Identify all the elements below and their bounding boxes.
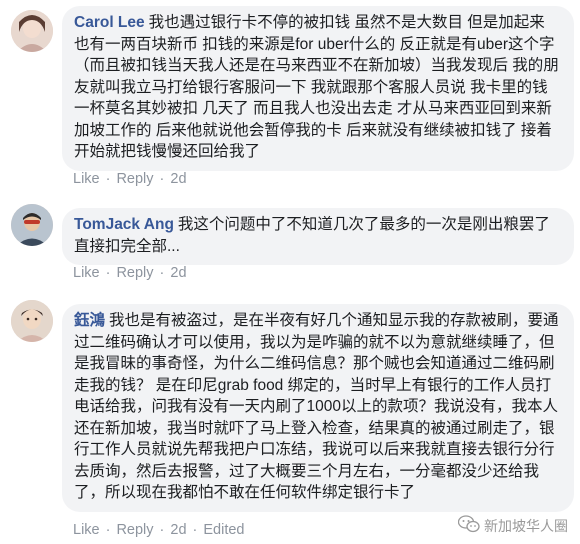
- reply-button[interactable]: Reply: [116, 265, 153, 281]
- comment-bubble: Carol Lee 我也遇过银行卡不停的被扣钱 虽然不是大数目 但是加起来 也有一…: [62, 6, 574, 171]
- timestamp[interactable]: 2d: [170, 171, 186, 187]
- like-button[interactable]: Like: [73, 265, 100, 281]
- timestamp[interactable]: 2d: [170, 265, 186, 281]
- author-name[interactable]: Carol Lee: [74, 14, 145, 31]
- author-name[interactable]: TomJack Ang: [74, 216, 174, 233]
- comment-bubble: 鈺鴻 我也是有被盗过，是在半夜有好几个通知显示我的存款被刷，要通过二维码确认才可以…: [62, 304, 574, 512]
- watermark: 新加坡华人圈: [457, 515, 568, 536]
- comment-text: 我也遇过银行卡不停的被扣钱 虽然不是大数目 但是加起来 也有一两百块新币 扣钱的…: [74, 14, 559, 160]
- like-button[interactable]: Like: [73, 171, 100, 187]
- separator-dot: ·: [192, 522, 198, 538]
- timestamp[interactable]: 2d: [170, 522, 186, 538]
- separator-dot: ·: [159, 265, 165, 281]
- avatar[interactable]: [11, 300, 53, 342]
- reply-button[interactable]: Reply: [116, 171, 153, 187]
- separator-dot: ·: [105, 522, 111, 538]
- wechat-icon: [457, 515, 480, 536]
- watermark-text: 新加坡华人圈: [484, 517, 568, 534]
- separator-dot: ·: [105, 171, 111, 187]
- separator-dot: ·: [159, 171, 165, 187]
- like-button[interactable]: Like: [73, 522, 100, 538]
- comment-bubble: TomJack Ang 我这个问题中了不知道几次了最多的一次是刚出粮罢了直接扣完全…: [62, 208, 574, 265]
- comment-actions: Like · Reply · 2d: [73, 265, 187, 281]
- reply-button[interactable]: Reply: [116, 522, 153, 538]
- avatar[interactable]: [11, 10, 53, 52]
- avatar[interactable]: [11, 204, 53, 246]
- separator-dot: ·: [105, 265, 111, 281]
- author-name[interactable]: 鈺鴻: [74, 312, 105, 329]
- comment-actions: Like · Reply · 2d · Edited: [73, 522, 244, 538]
- comment-text: 我也是有被盗过，是在半夜有好几个通知显示我的存款被刷，要通过二维码确认才可以使用…: [74, 312, 559, 501]
- separator-dot: ·: [159, 522, 165, 538]
- comment-actions: Like · Reply · 2d: [73, 171, 187, 187]
- edited-label[interactable]: Edited: [203, 522, 244, 538]
